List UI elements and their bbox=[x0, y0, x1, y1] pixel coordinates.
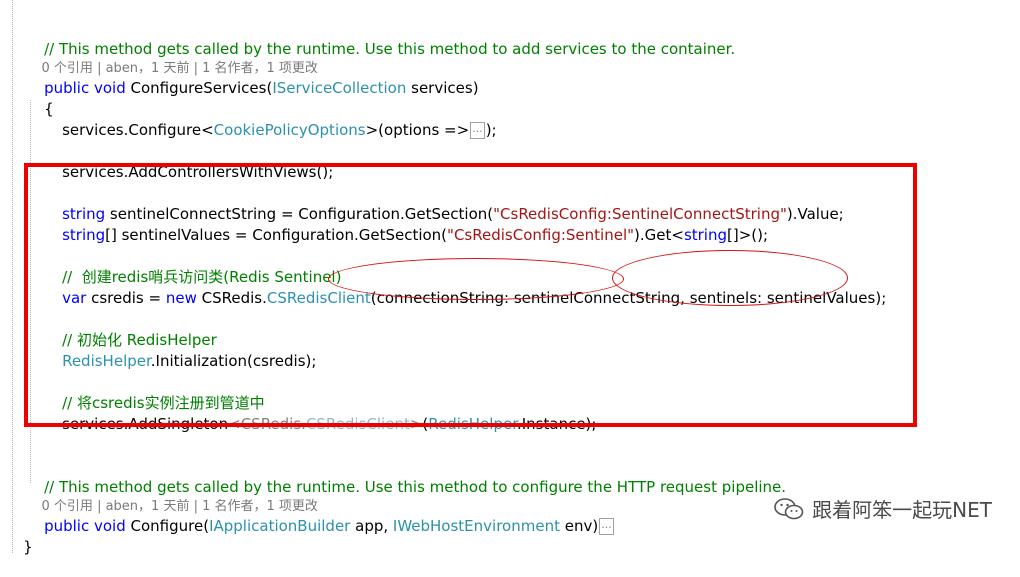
code-line-close-brace: } bbox=[23, 538, 33, 556]
code-line-open-brace: { bbox=[44, 100, 54, 118]
code-line-add-controllers: services.AddControllersWithViews(); bbox=[62, 163, 334, 181]
watermark: 跟着阿笨一起玩NET bbox=[774, 494, 992, 523]
code-line-configure: services.Configure<CookiePolicyOptions>(… bbox=[62, 121, 497, 139]
codelens-references-2[interactable]: 0 个引用 | aben，1 天前 | 1 名作者，1 项更改 bbox=[25, 477, 318, 514]
code-line-comment: // This method gets called by the runtim… bbox=[44, 40, 736, 58]
code-line-configure-signature: public void Configure(IApplicationBuilde… bbox=[44, 517, 614, 535]
collapsed-region-button[interactable]: ... bbox=[470, 122, 485, 139]
code-line-comment-2: // This method gets called by the runtim… bbox=[44, 478, 787, 496]
highlight-ellipse-sentinels bbox=[612, 250, 848, 306]
watermark-text: 跟着阿笨一起玩NET bbox=[812, 498, 992, 522]
codelens-references[interactable]: 0 个引用 | aben，1 天前 | 1 名作者，1 项更改 bbox=[25, 39, 318, 76]
wechat-icon bbox=[774, 497, 804, 519]
code-line-signature: public void ConfigureServices(IServiceCo… bbox=[44, 79, 479, 97]
highlight-ellipse-connection-string bbox=[328, 258, 624, 300]
collapsed-region-button[interactable]: ... bbox=[599, 518, 614, 535]
indent-guide bbox=[12, 0, 13, 553]
